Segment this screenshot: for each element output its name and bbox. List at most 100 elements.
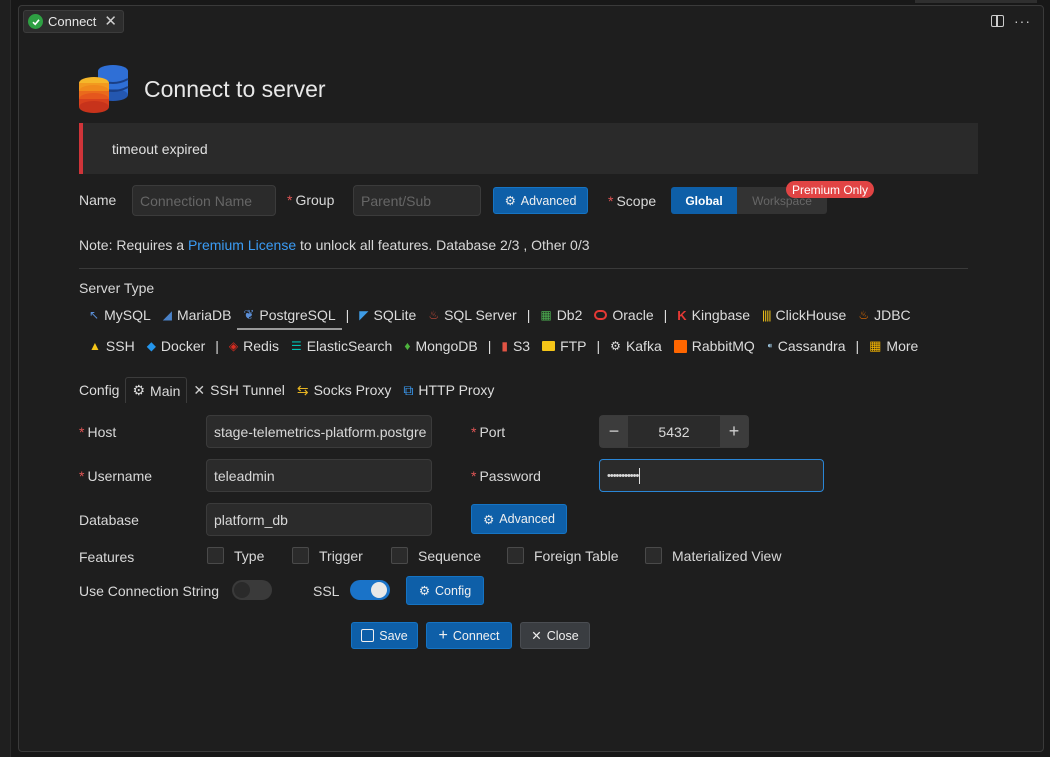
feature-type-checkbox[interactable]: Type (207, 547, 264, 564)
server-type-kingbase[interactable]: K Kingbase (671, 303, 756, 327)
grid-icon: ▦ (869, 338, 882, 353)
server-type-rabbitmq[interactable]: RabbitMQ (668, 334, 761, 358)
server-type-elasticsearch[interactable]: ☰ ElasticSearch (285, 334, 398, 358)
connection-name-input[interactable]: Connection Name (132, 185, 276, 216)
port-value[interactable]: 5432 (628, 416, 720, 447)
separator: | (487, 338, 492, 354)
ssl-config-label: Config (435, 583, 472, 598)
server-type-jdbc[interactable]: ♨ JDBC (852, 303, 916, 327)
server-type-label-db2: Db2 (556, 307, 583, 323)
name-advanced-button[interactable]: ⚙ Advanced (493, 187, 588, 214)
config-tabs: Config ⚙ Main ✕ SSH Tunnel ⇆ Socks Proxy ⧉ H… (79, 377, 500, 403)
ssl-config-button[interactable]: ⚙ Config (406, 576, 484, 605)
server-type-label-clickhouse: ClickHouse (775, 307, 847, 323)
kingbase-icon: K (677, 307, 687, 323)
tab-main[interactable]: ⚙ Main (125, 377, 188, 403)
toggle-knob (234, 582, 250, 598)
save-icon (361, 629, 375, 642)
group-label-text: Group (295, 192, 335, 208)
checkbox-box (391, 547, 408, 564)
server-type-cassandra[interactable]: ⁌ Cassandra (761, 334, 852, 358)
rabbitmq-icon (673, 339, 687, 353)
tab-http-proxy[interactable]: ⧉ HTTP Proxy (397, 377, 500, 403)
server-type-more[interactable]: ▦ More (863, 334, 924, 358)
username-label: * Username (79, 468, 153, 484)
note-suffix: to unlock all features. Database 2/3 , O… (296, 237, 590, 253)
server-type-label-sqlserver: SQL Server (444, 307, 517, 323)
server-type-docker[interactable]: ◆ Docker (141, 334, 212, 358)
folder-icon (542, 341, 556, 351)
username-value: teleadmin (214, 467, 275, 484)
server-type-label-oracle: Oracle (612, 307, 654, 323)
tab-ssh-tunnel[interactable]: ✕ SSH Tunnel (187, 377, 290, 403)
server-type-label-mariadb: MariaDB (176, 307, 232, 323)
server-type-mongodb[interactable]: ♦ MongoDB (398, 334, 483, 358)
checkbox-box (292, 547, 309, 564)
database-logo-icon (79, 65, 129, 113)
save-button[interactable]: Save (351, 622, 418, 649)
host-input[interactable]: stage-telemetrics-platform.postgre (206, 415, 432, 448)
server-type-label-rabbitmq: RabbitMQ (691, 338, 755, 354)
server-type-ftp[interactable]: FTP (536, 334, 592, 358)
server-type-mariadb[interactable]: ◢ MariaDB (157, 303, 238, 327)
server-type-mysql[interactable]: ↖ MySQL (83, 303, 157, 327)
page-title: Connect to server (144, 75, 326, 102)
server-type-s3[interactable]: ▮ S3 (495, 334, 536, 358)
server-type-ssh[interactable]: ▲ SSH (83, 334, 141, 358)
name-label: Name (79, 192, 117, 208)
premium-note: Note: Requires a Premium License to unlo… (79, 237, 590, 253)
tab-socks-proxy[interactable]: ⇆ Socks Proxy (291, 377, 398, 403)
premium-license-link[interactable]: Premium License (188, 237, 296, 253)
server-type-oracle[interactable]: Oracle (588, 303, 659, 327)
password-value: ••••••••••• (607, 469, 639, 482)
server-type-postgresql[interactable]: ❦ PostgreSQL (237, 303, 342, 330)
server-type-redis[interactable]: ◈ Redis (223, 334, 285, 358)
group-placeholder: Parent/Sub (361, 192, 432, 209)
server-type-label-kingbase: Kingbase (691, 307, 751, 323)
server-type-label-mongodb: MongoDB (415, 338, 478, 354)
ssl-toggle[interactable] (350, 580, 390, 600)
page-header: Connect to server (78, 63, 326, 115)
host-label-text: Host (87, 424, 117, 440)
ssl-label: SSL (313, 583, 340, 599)
feature-sequence-checkbox[interactable]: Sequence (391, 547, 481, 564)
features-label: Features (79, 549, 135, 565)
use-connection-string-toggle[interactable] (232, 580, 272, 600)
redis-icon: ◈ (228, 339, 239, 353)
ssh-icon: ▲ (89, 339, 101, 353)
server-type-sqlserver[interactable]: ♨ SQL Server (422, 303, 522, 327)
password-input[interactable]: ••••••••••• (599, 459, 824, 492)
tab-main-label: Main (150, 382, 181, 399)
toggle-knob (371, 582, 387, 598)
server-type-db2[interactable]: ▦ Db2 (534, 303, 588, 327)
database-label: Database (79, 512, 139, 528)
separator: | (663, 307, 668, 323)
port-stepper: − 5432 + (599, 415, 749, 448)
gear-icon: ⚙ (418, 584, 431, 598)
server-type-sqlite[interactable]: ◤ SQLite (353, 303, 422, 327)
plus-icon: + (438, 626, 448, 644)
clickhouse-icon: |||| (762, 308, 772, 322)
database-input[interactable]: platform_db (206, 503, 432, 536)
connect-button[interactable]: + Connect (426, 622, 512, 649)
database-advanced-button[interactable]: ⚙ Advanced (471, 504, 567, 534)
group-input[interactable]: Parent/Sub (353, 185, 481, 216)
server-type-label-sqlite: SQLite (373, 307, 417, 323)
feature-trigger-label: Trigger (319, 547, 363, 564)
db2-icon: ▦ (540, 308, 552, 322)
close-button[interactable]: ✕ Close (520, 622, 590, 649)
docker-icon: ◆ (146, 339, 156, 353)
server-type-clickhouse[interactable]: |||| ClickHouse (756, 303, 852, 327)
server-type-label-mysql: MySQL (104, 307, 151, 323)
mongodb-icon: ♦ (404, 339, 411, 353)
server-type-kafka[interactable]: ⚙ Kafka (604, 334, 668, 358)
password-label-text: Password (479, 468, 541, 484)
server-type-label-redis: Redis (243, 338, 279, 354)
increment-button[interactable]: + (720, 416, 748, 447)
feature-trigger-checkbox[interactable]: Trigger (292, 547, 363, 564)
username-input[interactable]: teleadmin (206, 459, 432, 492)
feature-materialized-view-checkbox[interactable]: Materialized View (645, 547, 781, 564)
scope-global-option[interactable]: Global (671, 187, 737, 214)
feature-foreign-table-checkbox[interactable]: Foreign Table (507, 547, 619, 564)
decrement-button[interactable]: − (600, 416, 628, 447)
